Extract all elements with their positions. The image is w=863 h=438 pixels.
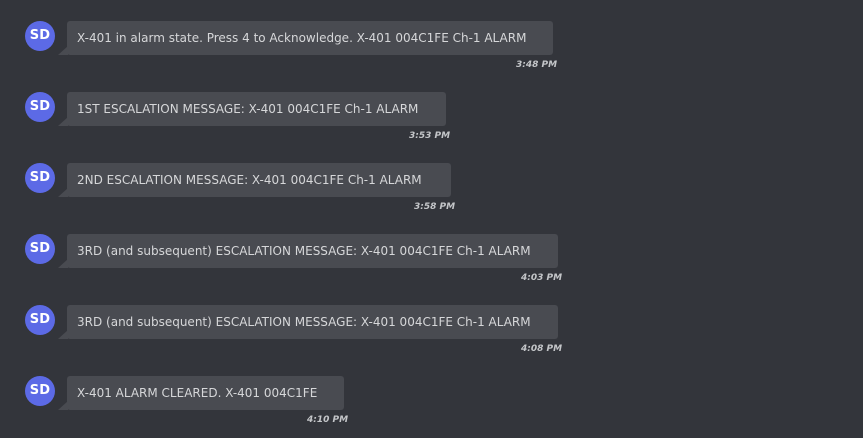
message-bubble: 2ND ESCALATION MESSAGE: X-401 004C1FE Ch… [58, 163, 451, 197]
avatar[interactable]: SD [25, 163, 55, 193]
message-bubble: 3RD (and subsequent) ESCALATION MESSAGE:… [58, 305, 558, 339]
message-bubble: 1ST ESCALATION MESSAGE: X-401 004C1FE Ch… [58, 92, 446, 126]
message-row: SD X-401 ALARM CLEARED. X-401 004C1FE 4:… [0, 376, 863, 436]
message-timestamp: 4:10 PM [307, 415, 349, 425]
message-timestamp: 3:53 PM [409, 131, 451, 141]
message-thread: SD X-401 in alarm state. Press 4 to Ackn… [0, 0, 863, 438]
message-bubble: 3RD (and subsequent) ESCALATION MESSAGE:… [58, 234, 558, 268]
message-timestamp: 4:08 PM [521, 344, 563, 354]
avatar[interactable]: SD [25, 92, 55, 122]
message-row: SD 3RD (and subsequent) ESCALATION MESSA… [0, 234, 863, 294]
message-timestamp: 3:58 PM [414, 202, 456, 212]
message-timestamp: 3:48 PM [516, 60, 558, 70]
message-row: SD 3RD (and subsequent) ESCALATION MESSA… [0, 305, 863, 365]
message-row: SD 1ST ESCALATION MESSAGE: X-401 004C1FE… [0, 92, 863, 152]
message-row: SD X-401 in alarm state. Press 4 to Ackn… [0, 21, 863, 81]
message-bubble: X-401 in alarm state. Press 4 to Acknowl… [58, 21, 553, 55]
avatar[interactable]: SD [25, 305, 55, 335]
message-row: SD 2ND ESCALATION MESSAGE: X-401 004C1FE… [0, 163, 863, 223]
message-bubble: X-401 ALARM CLEARED. X-401 004C1FE [58, 376, 344, 410]
avatar[interactable]: SD [25, 21, 55, 51]
message-timestamp: 4:03 PM [521, 273, 563, 283]
avatar[interactable]: SD [25, 234, 55, 264]
avatar[interactable]: SD [25, 376, 55, 406]
